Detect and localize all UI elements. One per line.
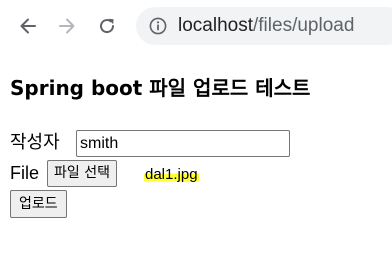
browser-toolbar: localhost/files/upload <box>0 0 392 52</box>
forward-button[interactable] <box>50 9 84 43</box>
choose-file-button[interactable]: 파일 선택 <box>47 160 117 187</box>
selected-file-name: dal1.jpg <box>144 166 199 183</box>
info-icon[interactable] <box>148 16 168 36</box>
forward-arrow-icon <box>59 18 75 34</box>
reload-icon <box>100 18 115 34</box>
address-bar[interactable]: localhost/files/upload <box>136 7 392 45</box>
url-host: localhost <box>178 15 253 36</box>
back-button[interactable] <box>11 9 45 43</box>
author-input[interactable] <box>76 130 290 157</box>
upload-button[interactable]: 업로드 <box>10 190 67 218</box>
url-path: /files/upload <box>253 15 355 36</box>
page-title: Spring boot 파일 업로드 테스트 <box>10 76 311 100</box>
back-arrow-icon <box>20 18 36 34</box>
author-label: 작성자 <box>10 132 60 153</box>
url-text[interactable]: localhost/files/upload <box>178 15 354 37</box>
reload-button[interactable] <box>90 9 124 43</box>
file-label: File <box>10 163 40 183</box>
